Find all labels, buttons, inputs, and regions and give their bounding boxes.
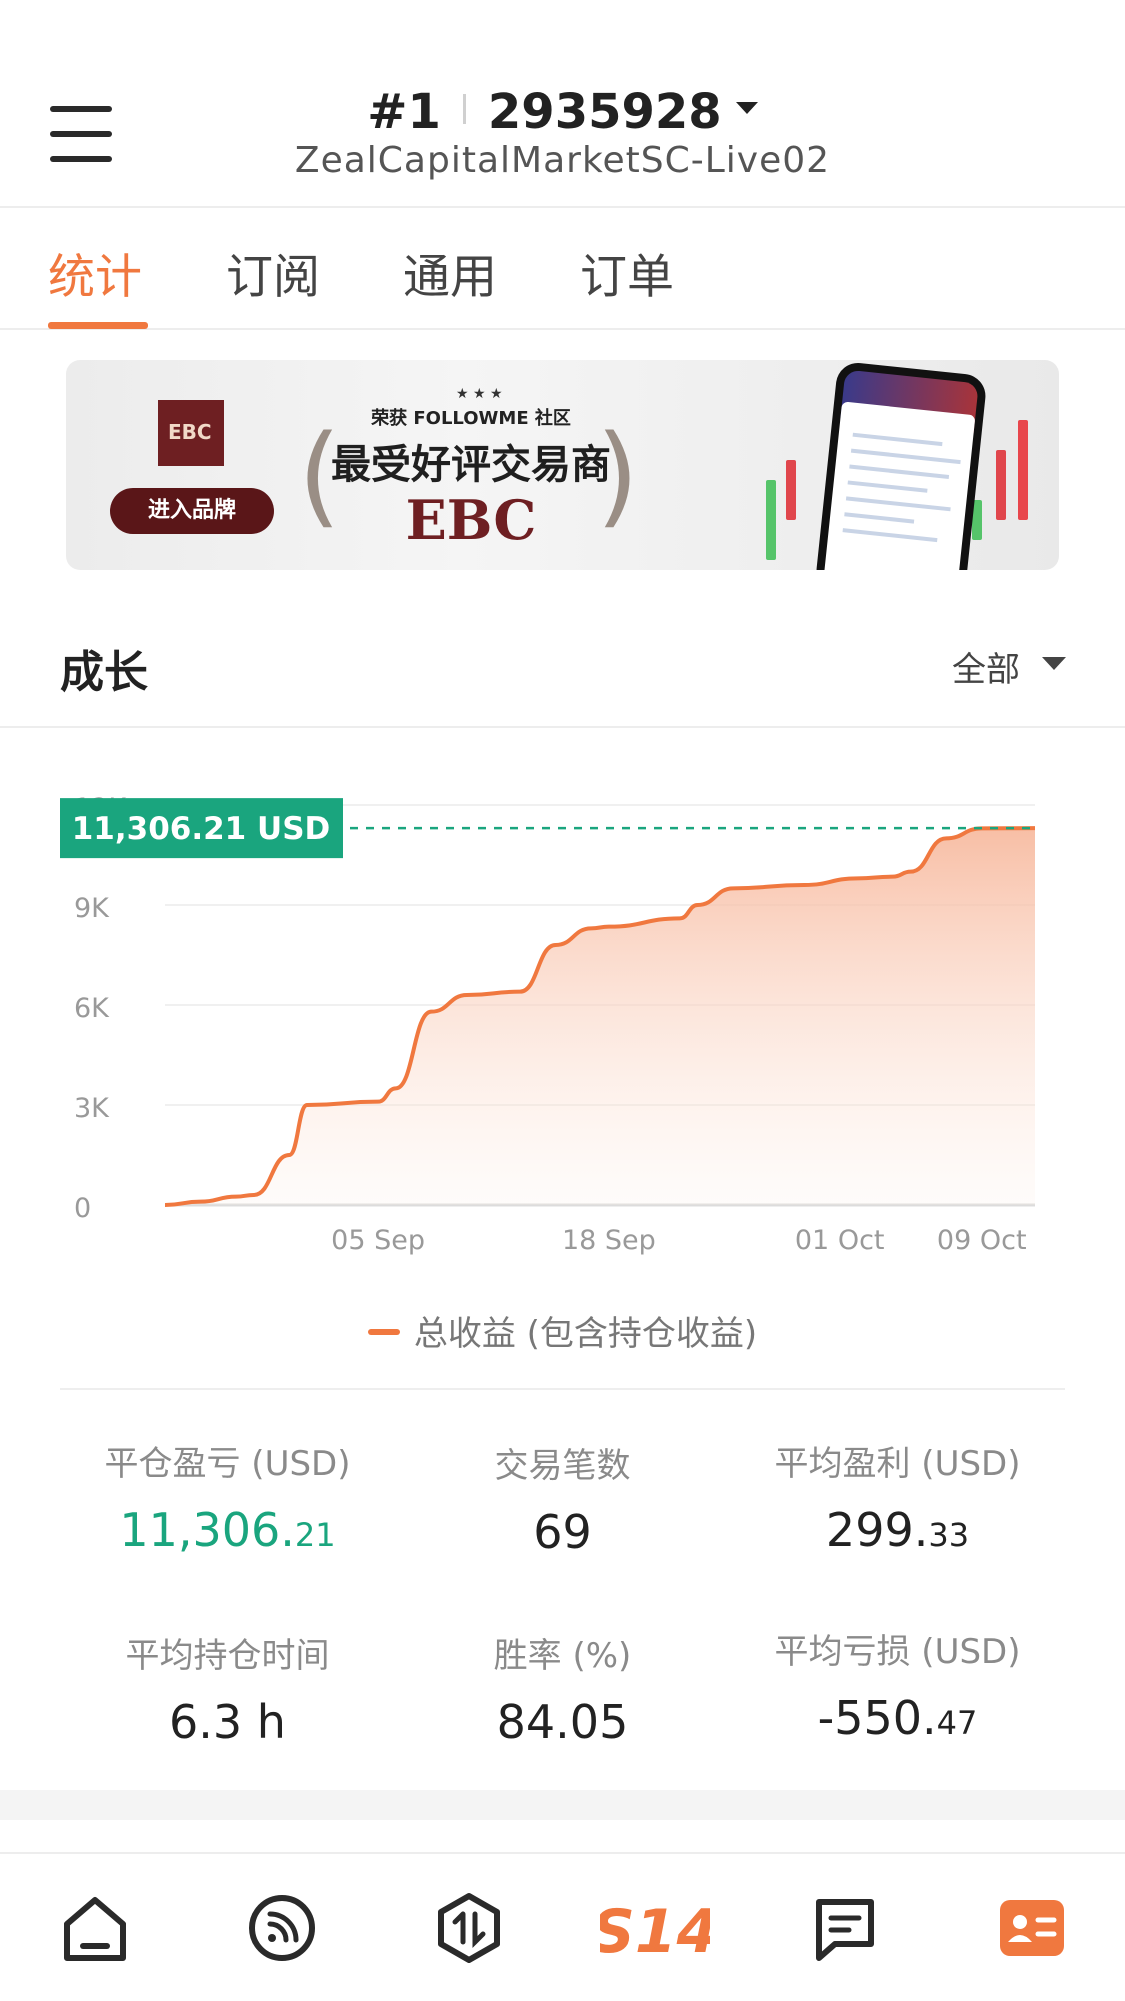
stat-label: 平均盈利 (USD)	[774, 1444, 1021, 1484]
tab-subscribe[interactable]: 订阅	[226, 238, 320, 307]
ebc-logo: EBC	[158, 400, 224, 466]
feed-icon[interactable]	[242, 1888, 322, 1968]
tab-orders[interactable]: 订单	[580, 238, 674, 307]
svg-text:S14: S14	[600, 1897, 710, 1967]
section-gap	[0, 1790, 1125, 1820]
current-value-label: 11,306.21 USD	[72, 811, 331, 847]
stat-label: 平均持仓时间	[125, 1636, 330, 1676]
bottom-nav: S14	[0, 1852, 1125, 2001]
stat-value: 84.05	[496, 1695, 629, 1749]
tab-bar: 统计 订阅 通用 订单	[0, 210, 1125, 330]
caret-down-icon	[735, 102, 758, 114]
range-select[interactable]: 全部	[952, 642, 1020, 691]
stat-value: -550.47	[817, 1691, 978, 1745]
stat-value: 299.33	[825, 1503, 970, 1557]
stat-avg-hold: 平均持仓时间 6.3 h	[40, 1628, 415, 1749]
award-line: 荣获 FOLLOWME 社区	[371, 408, 571, 429]
y-tick-label: 6K	[74, 993, 110, 1024]
phone-mockup	[814, 360, 988, 570]
y-tick-label: 9K	[74, 893, 110, 924]
enter-brand-button[interactable]: 进入品牌	[110, 488, 274, 534]
trade-icon[interactable]	[429, 1888, 509, 1968]
message-icon[interactable]	[805, 1888, 885, 1968]
award-title: 最受好评交易商	[331, 442, 611, 488]
caret-down-icon[interactable]	[1042, 657, 1066, 670]
stat-closed-pl: 平仓盈亏 (USD) 11,306.21	[40, 1436, 415, 1557]
divider	[0, 726, 1125, 728]
stat-win-rate: 胜率 (%) 84.05	[375, 1628, 750, 1749]
tab-general[interactable]: 通用	[403, 238, 497, 307]
stat-avg-profit: 平均盈利 (USD) 299.33	[710, 1436, 1085, 1557]
stat-value: 69	[533, 1505, 592, 1559]
legend-label: 总收益 (包含持仓收益)	[413, 1314, 758, 1354]
account-number: 2935928	[487, 84, 722, 140]
x-tick-label: 01 Oct	[795, 1225, 885, 1256]
divider	[60, 1388, 1065, 1390]
s14-logo-icon[interactable]: S14	[592, 1888, 719, 1968]
candle-decoration	[996, 450, 1006, 520]
y-tick-label: 3K	[74, 1093, 110, 1124]
candle-decoration	[1018, 420, 1028, 520]
stat-label: 胜率 (%)	[493, 1636, 632, 1676]
y-tick-label: 0	[74, 1193, 91, 1224]
home-icon[interactable]	[55, 1888, 135, 1968]
x-tick-label: 18 Sep	[562, 1225, 656, 1256]
growth-chart: 03K6K9K12K05 Sep18 Sep01 Oct09 Oct 11,30…	[0, 770, 1125, 1260]
candle-decoration	[766, 480, 776, 560]
separator	[462, 94, 466, 124]
stat-value: 11,306.21	[119, 1503, 336, 1557]
stars-icon: ★ ★ ★	[456, 386, 503, 402]
legend-swatch	[367, 1329, 400, 1335]
x-tick-label: 09 Oct	[937, 1225, 1027, 1256]
account-selector[interactable]: #1 2935928	[0, 84, 1125, 140]
tab-statistics[interactable]: 统计	[48, 238, 142, 307]
chart-legend: 总收益 (包含持仓收益)	[0, 1306, 1125, 1355]
stat-label: 平均亏损 (USD)	[774, 1632, 1021, 1672]
account-index: #1	[367, 84, 441, 140]
stat-avg-loss: 平均亏损 (USD) -550.47	[710, 1624, 1085, 1745]
x-tick-label: 05 Sep	[331, 1225, 425, 1256]
promo-banner[interactable]: EBC 进入品牌 ( ) ★ ★ ★ 荣获 FOLLOWME 社区 最受好评交易…	[66, 360, 1059, 570]
stat-label: 平仓盈亏 (USD)	[104, 1444, 351, 1484]
top-bar: #1 2935928 ZealCapitalMarketSC-Live02	[0, 0, 1125, 208]
award-brand: EBC	[405, 488, 537, 552]
growth-title: 成长	[60, 647, 148, 698]
server-name: ZealCapitalMarketSC-Live02	[294, 140, 831, 181]
active-tab-indicator	[48, 322, 148, 329]
profile-card-icon[interactable]	[992, 1888, 1072, 1968]
stat-label: 交易笔数	[494, 1446, 631, 1486]
stat-trades: 交易笔数 69	[375, 1438, 750, 1559]
growth-chart-svg: 03K6K9K12K05 Sep18 Sep01 Oct09 Oct 11,30…	[60, 793, 1036, 1256]
stat-value: 6.3 h	[169, 1695, 286, 1749]
candle-decoration	[786, 460, 796, 520]
